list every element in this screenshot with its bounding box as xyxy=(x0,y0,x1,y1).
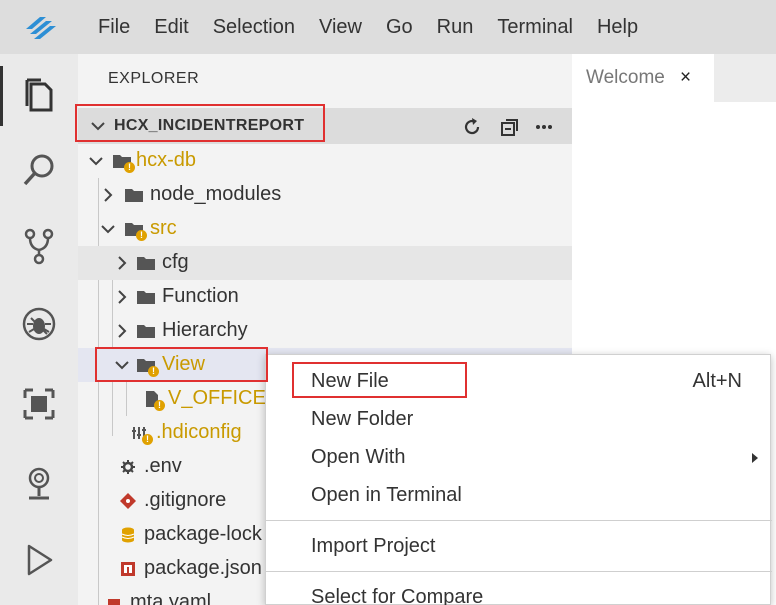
tree-item-label: V_OFFICE xyxy=(168,387,266,409)
tree-item-label: .hdiconfig xyxy=(156,421,242,443)
tree-item-cfg[interactable]: cfg xyxy=(78,246,572,280)
menu-item-open-in-terminal[interactable]: Open in Terminal xyxy=(266,477,772,513)
tree-item-label: package-lock xyxy=(144,523,262,545)
menu-item-label: New Folder xyxy=(311,408,414,430)
tree-item-label: package.json xyxy=(144,557,262,579)
app-logo-icon xyxy=(0,0,80,54)
chevron-down-icon xyxy=(89,157,103,166)
menu-item-new-file[interactable]: New File Alt+N xyxy=(266,363,772,399)
chevron-right-icon xyxy=(118,290,127,304)
menu-edit[interactable]: Edit xyxy=(142,0,200,54)
tree-item-node-modules[interactable]: node_modules xyxy=(78,178,572,212)
menu-item-label: Select for Compare xyxy=(311,586,484,605)
menu-item-label: Open in Terminal xyxy=(311,484,462,506)
menu-separator xyxy=(266,520,772,521)
folder-icon xyxy=(137,257,155,270)
menu-item-import-project[interactable]: Import Project xyxy=(266,528,772,564)
run-icon[interactable] xyxy=(0,530,78,590)
submenu-arrow-icon xyxy=(752,453,758,463)
tree-item-src[interactable]: ! src xyxy=(78,212,572,246)
more-icon[interactable] xyxy=(532,115,556,139)
modified-badge: ! xyxy=(124,162,135,173)
project-header[interactable]: HCX_INCIDENTREPORT xyxy=(78,108,572,144)
tree-item-label: hcx-db xyxy=(136,149,197,171)
tree-item-label: .gitignore xyxy=(144,489,227,511)
extensions-icon[interactable] xyxy=(0,374,78,434)
refresh-icon[interactable] xyxy=(460,115,484,139)
menu-item-shortcut: Alt+N xyxy=(692,370,742,392)
tree-item-label: View xyxy=(162,353,205,375)
tab-welcome[interactable]: Welcome × xyxy=(572,54,714,102)
chevron-down-icon xyxy=(101,225,115,234)
menu-item-label: Import Project xyxy=(311,535,436,557)
modified-badge: ! xyxy=(136,230,147,241)
folder-icon xyxy=(137,291,155,304)
chevron-down-icon xyxy=(91,122,105,131)
menu-item-select-for-compare[interactable]: Select for Compare xyxy=(266,579,772,605)
chevron-right-icon xyxy=(104,188,113,202)
activity-bar xyxy=(0,54,78,605)
editor-tabs: Welcome × xyxy=(572,54,776,102)
explorer-icon[interactable] xyxy=(0,66,78,126)
chevron-right-icon xyxy=(118,324,127,338)
remote-icon[interactable] xyxy=(0,454,78,514)
tree-item-label: src xyxy=(150,217,177,239)
search-icon[interactable] xyxy=(0,140,78,200)
chevron-right-icon xyxy=(118,256,127,270)
folder-icon xyxy=(125,189,143,202)
close-icon[interactable]: × xyxy=(680,67,691,89)
menu-view[interactable]: View xyxy=(307,0,374,54)
tree-item-label: node_modules xyxy=(150,183,282,205)
tree-item-hcx-db[interactable]: ! hcx-db xyxy=(78,144,572,178)
menu-item-label: Open With xyxy=(311,446,406,468)
context-menu: New File Alt+N New Folder Open With Open… xyxy=(265,354,772,605)
tree-item-label: mta.yaml xyxy=(130,591,212,605)
modified-badge: ! xyxy=(142,434,153,445)
menu-help[interactable]: Help xyxy=(585,0,650,54)
gear-icon xyxy=(121,460,135,474)
menu-item-new-folder[interactable]: New Folder xyxy=(266,401,772,437)
menu-item-label: New File xyxy=(311,370,389,392)
menu-file[interactable]: File xyxy=(80,0,142,54)
menu-run[interactable]: Run xyxy=(425,0,486,54)
menu-separator xyxy=(266,571,772,572)
sidebar-title: EXPLORER xyxy=(108,70,200,87)
tab-label: Welcome xyxy=(586,67,665,88)
tree-item-label: cfg xyxy=(162,251,189,273)
collapse-all-icon[interactable] xyxy=(498,115,522,139)
modified-badge: ! xyxy=(148,366,159,377)
menu-selection[interactable]: Selection xyxy=(201,0,307,54)
tree-item-label: Function xyxy=(162,285,239,307)
tree-item-hierarchy[interactable]: Hierarchy xyxy=(78,314,572,348)
database-icon xyxy=(121,527,135,543)
git-icon xyxy=(120,493,136,509)
menu-go[interactable]: Go xyxy=(374,0,425,54)
debug-icon[interactable] xyxy=(0,294,78,354)
tree-item-label: .env xyxy=(144,455,182,477)
yaml-file-icon xyxy=(108,599,120,605)
project-name: HCX_INCIDENTREPORT xyxy=(114,117,305,134)
menu-item-open-with[interactable]: Open With xyxy=(266,439,772,475)
modified-badge: ! xyxy=(154,400,165,411)
npm-icon xyxy=(121,562,135,576)
tree-item-label: Hierarchy xyxy=(162,319,248,341)
tree-item-function[interactable]: Function xyxy=(78,280,572,314)
chevron-down-icon xyxy=(115,361,129,370)
menubar: File Edit Selection View Go Run Terminal… xyxy=(0,0,776,54)
menu-terminal[interactable]: Terminal xyxy=(485,0,585,54)
folder-icon xyxy=(137,325,155,338)
source-control-icon[interactable] xyxy=(0,216,78,276)
